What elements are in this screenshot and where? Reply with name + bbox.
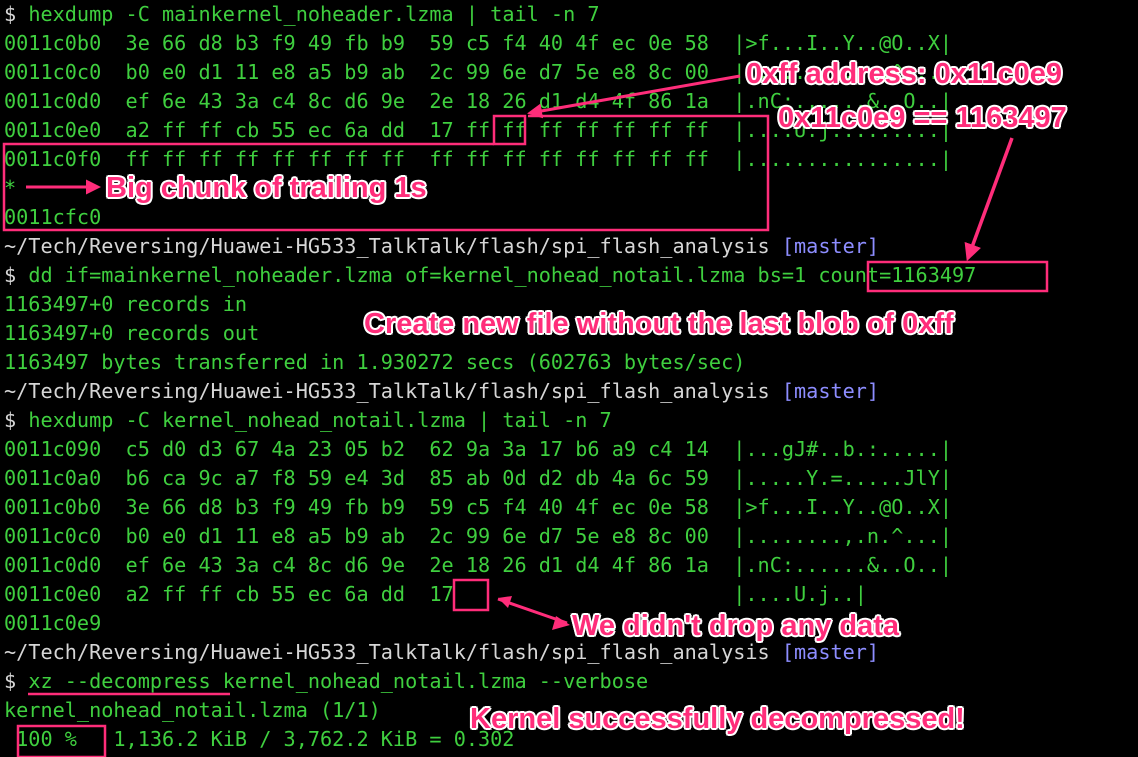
terminal-text-segment: ~/Tech/Reversing/Huawei-HG533_TalkTalk/f… <box>4 640 782 664</box>
terminal-text-segment: * <box>4 176 17 200</box>
terminal-line: 0011c090 c5 d0 d3 67 4a 23 05 b2 62 9a 3… <box>4 435 952 464</box>
terminal-text-segment: 1163497+0 records out <box>4 321 260 345</box>
terminal-text-segment: 0011c0f0 ff ff ff ff ff ff ff ff ff ff f… <box>4 147 953 171</box>
terminal-text-segment: 0011c0b0 3e 66 d8 b3 f9 49 fb b9 59 c5 f… <box>4 31 953 55</box>
terminal-text-segment: $ <box>4 2 29 26</box>
terminal-text-segment: 0011c0d0 ef 6e 43 3a c4 8c d6 9e 2e 18 2… <box>4 553 953 577</box>
terminal-line: 1163497 bytes transferred in 1.930272 se… <box>4 348 745 377</box>
annotation-create-file: Create new file without the last blob of… <box>364 308 954 340</box>
terminal-text-segment: 0011c0e0 a2 ff ff cb 55 ec 6a dd 17 |...… <box>4 582 867 606</box>
annotation-no-data-dropped: We didn't drop any data <box>572 610 899 642</box>
terminal-line: ~/Tech/Reversing/Huawei-HG533_TalkTalk/f… <box>4 377 879 406</box>
annotation-trailing-ones: Big chunk of trailing 1s <box>106 172 427 204</box>
terminal-line: 1163497+0 records out <box>4 319 259 348</box>
terminal-line: ~/Tech/Reversing/Huawei-HG533_TalkTalk/f… <box>4 232 879 261</box>
terminal-text-segment: 0011c0e9 <box>4 611 102 635</box>
terminal-text-segment: ~/Tech/Reversing/Huawei-HG533_TalkTalk/f… <box>4 234 782 258</box>
terminal-text-segment: 1163497 bytes transferred in 1.930272 se… <box>4 350 746 374</box>
terminal-line: $ dd if=mainkernel_noheader.lzma of=kern… <box>4 261 976 290</box>
annotation-ff-address: 0xff address: 0x11c0e9 <box>746 58 1062 90</box>
terminal-line: 0011c0c0 b0 e0 d1 11 e8 a5 b9 ab 2c 99 6… <box>4 522 952 551</box>
terminal-line: $ hexdump -C kernel_nohead_notail.lzma |… <box>4 406 612 435</box>
annotation-ff-decimal: 0x11c0e9 == 1163497 <box>778 102 1067 134</box>
terminal-line: 0011c0b0 3e 66 d8 b3 f9 49 fb b9 59 c5 f… <box>4 493 952 522</box>
terminal-text-segment: 0011cfc0 <box>4 205 102 229</box>
terminal-line: 0011c0d0 ef 6e 43 3a c4 8c d6 9e 2e 18 2… <box>4 551 952 580</box>
terminal-line: 100 % 1,136.2 KiB / 3,762.2 KiB = 0.302 <box>4 725 514 754</box>
terminal-line: 1163497+0 records in <box>4 290 247 319</box>
terminal-text-segment: hexdump -C kernel_nohead_notail.lzma | t… <box>28 408 612 432</box>
terminal-line: * <box>4 174 16 203</box>
terminal-text-segment: hexdump -C mainkernel_noheader.lzma | ta… <box>28 2 600 26</box>
terminal-text-segment: $ <box>4 408 29 432</box>
terminal-text-segment: 0011c0a0 b6 ca 9c a7 f8 59 e4 3d 85 ab 0… <box>4 466 953 490</box>
terminal-text-segment: dd if=mainkernel_noheader.lzma of=kernel… <box>28 263 977 287</box>
terminal-text-segment: 0011c090 c5 d0 d3 67 4a 23 05 b2 62 9a 3… <box>4 437 953 461</box>
terminal-line: 0011c0e9 <box>4 609 101 638</box>
terminal-text-segment: 1163497+0 records in <box>4 292 248 316</box>
terminal-text-segment: xz --decompress kernel_nohead_notail.lzm… <box>28 669 649 693</box>
terminal-line: 0011c0f0 ff ff ff ff ff ff ff ff ff ff f… <box>4 145 952 174</box>
terminal-line: kernel_nohead_notail.lzma (1/1) <box>4 696 381 725</box>
terminal-line: $ hexdump -C mainkernel_noheader.lzma | … <box>4 0 600 29</box>
terminal-text-segment: $ <box>4 669 29 693</box>
terminal-text-segment: 0011c0b0 3e 66 d8 b3 f9 49 fb b9 59 c5 f… <box>4 495 953 519</box>
annotation-decompressed: Kernel successfully decompressed! <box>470 703 965 735</box>
terminal-text-segment: $ <box>4 263 29 287</box>
terminal-text-segment: [master] <box>781 640 880 664</box>
terminal-line: 0011c0b0 3e 66 d8 b3 f9 49 fb b9 59 c5 f… <box>4 29 952 58</box>
terminal-text-segment: ~/Tech/Reversing/Huawei-HG533_TalkTalk/f… <box>4 379 782 403</box>
terminal-text-segment: [master] <box>781 379 880 403</box>
terminal-text-segment: 0011c0c0 b0 e0 d1 11 e8 a5 b9 ab 2c 99 6… <box>4 524 953 548</box>
terminal-line: 0011cfc0 <box>4 203 101 232</box>
terminal-line: 0011c0a0 b6 ca 9c a7 f8 59 e4 3d 85 ab 0… <box>4 464 952 493</box>
terminal-text-segment: 100 % 1,136.2 KiB / 3,762.2 KiB = 0.302 <box>4 727 515 751</box>
terminal-line: 0011c0e0 a2 ff ff cb 55 ec 6a dd 17 |...… <box>4 580 867 609</box>
terminal-text-segment: kernel_nohead_notail.lzma (1/1) <box>4 698 381 722</box>
terminal-text-segment: [master] <box>781 234 880 258</box>
terminal-line: $ xz --decompress kernel_nohead_notail.l… <box>4 667 648 696</box>
